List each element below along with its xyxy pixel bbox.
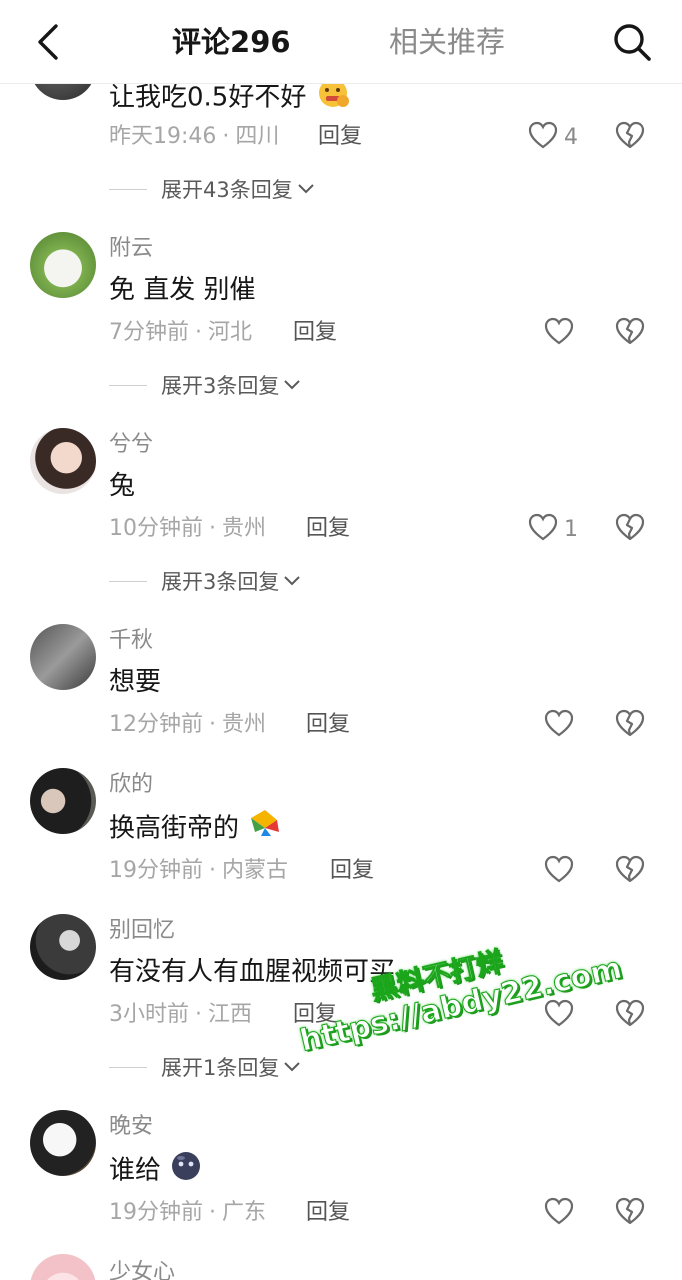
comment-text: 想要	[109, 667, 162, 697]
reply-button[interactable]: 回复	[306, 1198, 350, 1228]
comment-text: 谁给	[109, 1150, 203, 1192]
chevron-left-icon[interactable]	[30, 22, 70, 62]
broken-heart-icon[interactable]	[614, 120, 648, 154]
heart-outline-icon	[528, 121, 558, 153]
like-button[interactable]	[544, 316, 574, 350]
username[interactable]: 晚安	[109, 1112, 153, 1142]
comment-meta: 12分钟前 · 贵州	[109, 712, 267, 737]
divider	[109, 1066, 147, 1068]
broken-heart-icon[interactable]	[614, 708, 648, 742]
broken-heart-icon[interactable]	[614, 1196, 648, 1230]
like-button[interactable]: 4	[528, 120, 578, 154]
broken-heart-icon[interactable]	[614, 998, 648, 1032]
reply-button[interactable]: 回复	[293, 1000, 337, 1030]
reply-button[interactable]: 回复	[293, 318, 337, 348]
comment-meta: 7分钟前 · 河北	[109, 320, 253, 345]
like-button[interactable]	[544, 1196, 574, 1230]
divider	[109, 188, 147, 190]
avatar[interactable]	[30, 428, 96, 494]
comment-list[interactable]: 让我吃0.5好不好 昨天19:46 · 四川 回复 4 展开43条回复 附云 免…	[0, 0, 682, 1280]
comment-text: 换高街帝的	[109, 808, 283, 850]
heart-outline-icon	[544, 999, 574, 1031]
chevron-down-icon	[284, 380, 301, 390]
expand-replies-button[interactable]: 展开3条回复	[109, 370, 301, 400]
like-button[interactable]	[544, 998, 574, 1032]
expand-replies-button[interactable]: 展开1条回复	[109, 1052, 301, 1082]
broken-heart-icon[interactable]	[614, 512, 648, 546]
avatar[interactable]	[30, 232, 96, 298]
avatar[interactable]	[30, 914, 96, 980]
dark-ball-emoji	[169, 1150, 203, 1192]
like-count: 4	[564, 124, 578, 150]
username[interactable]: 别回忆	[109, 916, 175, 946]
comment-text: 有没有人有血腥视频可买	[109, 957, 396, 987]
reply-button[interactable]: 回复	[330, 856, 374, 886]
top-bar: 评论296 相关推荐	[0, 0, 682, 84]
avatar[interactable]	[30, 1254, 96, 1280]
expand-replies-button[interactable]: 展开3条回复	[109, 566, 301, 596]
username[interactable]: 兮兮	[109, 430, 153, 460]
broken-heart-icon[interactable]	[614, 854, 648, 888]
expand-label: 展开3条回复	[161, 570, 280, 594]
like-button[interactable]: 1	[528, 512, 578, 546]
comment-meta: 昨天19:46 · 四川	[109, 124, 280, 149]
tab-comments[interactable]: 评论296	[172, 22, 291, 62]
reply-button[interactable]: 回复	[306, 514, 350, 544]
expand-label: 展开1条回复	[161, 1056, 280, 1080]
username[interactable]: 欣的	[109, 770, 153, 800]
comment-meta: 19分钟前 · 内蒙古	[109, 858, 289, 883]
expand-label: 展开43条回复	[161, 178, 293, 202]
comment-count: 296	[230, 25, 291, 59]
like-button[interactable]	[544, 708, 574, 742]
avatar[interactable]	[30, 768, 96, 834]
username[interactable]: 少女心	[109, 1258, 175, 1280]
divider	[109, 384, 147, 386]
tab-related[interactable]: 相关推荐	[389, 22, 505, 62]
kite-emoji	[247, 808, 283, 850]
chevron-down-icon	[284, 576, 301, 586]
reply-button[interactable]: 回复	[318, 122, 362, 152]
tab-comments-label: 评论	[172, 25, 231, 59]
expand-replies-button[interactable]: 展开43条回复	[109, 174, 315, 204]
chevron-down-icon	[284, 1062, 301, 1072]
like-button[interactable]	[544, 854, 574, 888]
avatar[interactable]	[30, 624, 96, 690]
chevron-down-icon	[298, 184, 314, 194]
avatar[interactable]	[30, 1110, 96, 1176]
divider	[109, 580, 147, 582]
expand-label: 展开3条回复	[161, 374, 280, 398]
heart-outline-icon	[528, 513, 558, 545]
heart-outline-icon	[544, 1197, 574, 1229]
search-icon[interactable]	[610, 20, 654, 64]
like-count: 1	[564, 516, 578, 542]
comment-text: 免 直发 别催	[109, 275, 256, 305]
heart-outline-icon	[544, 317, 574, 349]
comment-meta: 3小时前 · 江西	[109, 1002, 253, 1027]
broken-heart-icon[interactable]	[614, 316, 648, 350]
reply-button[interactable]: 回复	[306, 710, 350, 740]
comment-meta: 10分钟前 · 贵州	[109, 516, 267, 541]
username[interactable]: 千秋	[109, 626, 153, 656]
comment-text: 兔	[109, 471, 136, 501]
heart-outline-icon	[544, 855, 574, 887]
comment-meta: 19分钟前 · 广东	[109, 1200, 267, 1225]
heart-outline-icon	[544, 709, 574, 741]
username[interactable]: 附云	[109, 234, 153, 264]
